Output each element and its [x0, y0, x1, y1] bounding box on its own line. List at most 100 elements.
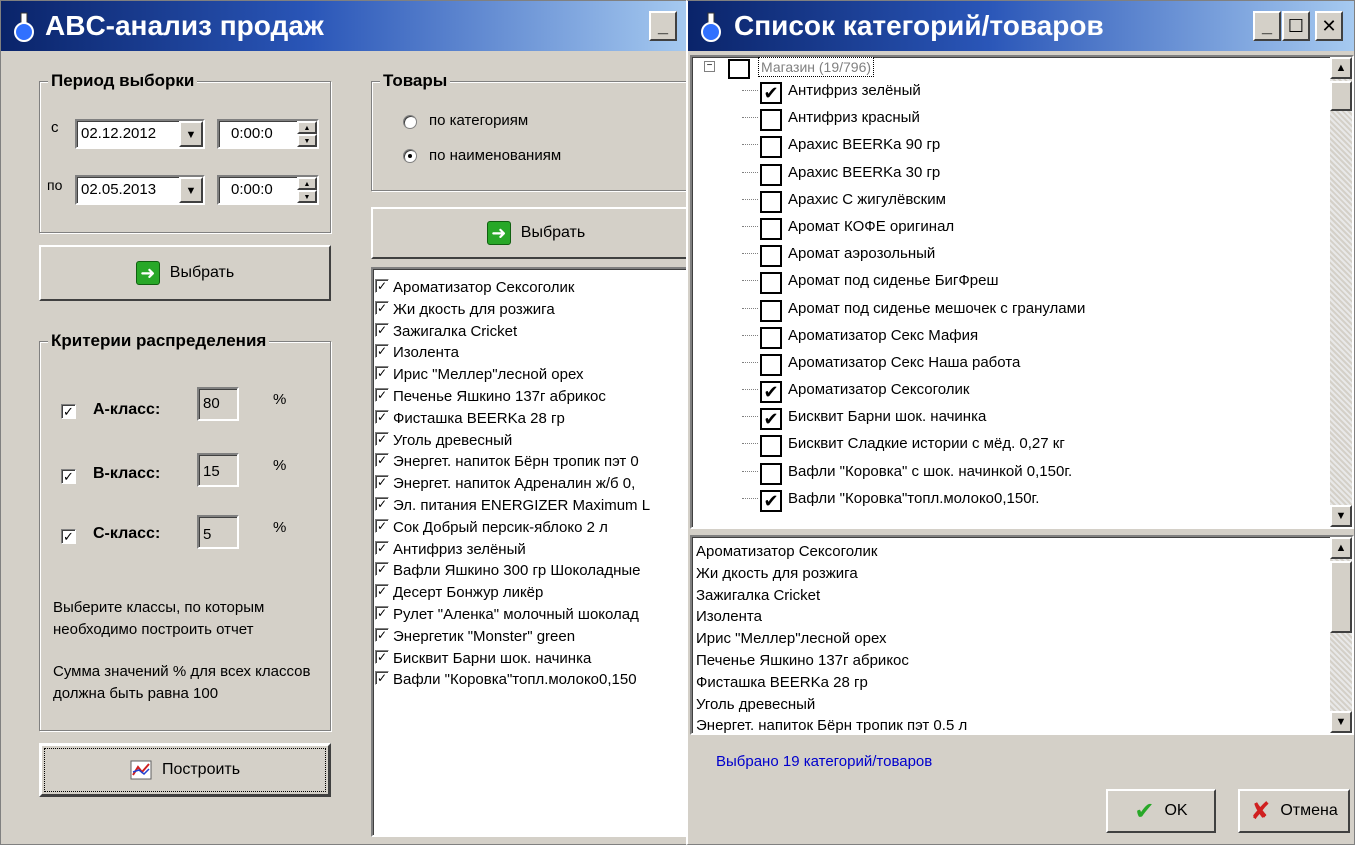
list-item[interactable]: Жи дкость для розжига	[696, 563, 1352, 585]
list-item[interactable]: ✓ Ароматизатор Сексоголик	[373, 277, 689, 299]
cancel-button[interactable]: ✘ Отмена	[1238, 789, 1350, 833]
spin-up-icon[interactable]: ▲	[297, 177, 317, 190]
tree-item-checkbox[interactable]: ✔	[760, 408, 782, 431]
tree-item[interactable]: Ароматизатор Секс Наша работа	[692, 349, 1352, 376]
spin-down-icon[interactable]: ▼	[297, 190, 317, 203]
tree-item[interactable]: Аромат аэрозольный	[692, 240, 1352, 268]
list-window-titlebar[interactable]: Список категорий/товаров _ ☐ ✕	[688, 1, 1354, 51]
item-checkbox[interactable]: ✓	[375, 518, 389, 533]
tree-item-label[interactable]: Арахис С жигулёвским	[788, 186, 946, 213]
list-item[interactable]: ✓ Бисквит Барни шок. начинка	[373, 648, 689, 670]
period-select-button[interactable]: ➜ Выбрать	[39, 245, 331, 301]
item-checkbox[interactable]: ✓	[375, 344, 389, 359]
tree-root[interactable]: − Магазин (19/796)	[692, 57, 1352, 79]
to-time-spinner[interactable]: ▲ ▼	[297, 177, 317, 203]
list-item[interactable]: ✓ Рулет "Аленка" молочный шоколад	[373, 604, 689, 626]
a-class-value[interactable]: 80	[197, 387, 239, 421]
build-button[interactable]: Построить	[39, 743, 331, 797]
b-class-value[interactable]: 15	[197, 453, 239, 487]
item-checkbox[interactable]: ✓	[375, 627, 389, 642]
tree-scroll-thumb[interactable]	[1330, 81, 1352, 111]
by-categories-radio[interactable]	[403, 115, 417, 129]
tree-item[interactable]: ✔ Антифриз зелёный	[692, 77, 1352, 104]
maximize-button[interactable]: ☐	[1282, 11, 1310, 41]
item-checkbox[interactable]: ✓	[375, 279, 389, 293]
tree-item-label[interactable]: Аромат КОФЕ оригинал	[788, 213, 954, 240]
tree-item-label[interactable]: Вафли "Коровка" с шок. начинкой 0,150г.	[788, 458, 1072, 485]
tree-item-checkbox[interactable]	[760, 217, 782, 240]
item-checkbox[interactable]: ✓	[375, 453, 389, 468]
tree-root-label[interactable]: Магазин (19/796)	[758, 57, 875, 77]
c-class-value[interactable]: 5	[197, 515, 239, 549]
collapse-icon[interactable]: −	[704, 61, 715, 72]
tree-item-checkbox[interactable]	[760, 272, 782, 295]
tree-item[interactable]: ✔ Вафли "Коровка"топл.молоко0,150г.	[692, 485, 1352, 512]
item-checkbox[interactable]: ✓	[375, 496, 389, 511]
tree-item[interactable]: Арахис BEERKa 30 гр	[692, 159, 1352, 186]
by-categories-label[interactable]: по категориям	[429, 112, 528, 129]
tree-item-label[interactable]: Бисквит Сладкие истории с мёд. 0,27 кг	[788, 430, 1065, 457]
tree-item-label[interactable]: Антифриз зелёный	[788, 77, 921, 104]
chosen-scrollbar[interactable]: ▲ ▼	[1330, 537, 1352, 733]
tree-item[interactable]: ✔ Бисквит Барни шок. начинка	[692, 403, 1352, 431]
tree-root-checkbox[interactable]	[728, 59, 750, 79]
spin-down-icon[interactable]: ▼	[297, 134, 317, 147]
tree-item-label[interactable]: Арахис BEERKa 30 гр	[788, 159, 940, 186]
spin-up-icon[interactable]: ▲	[297, 121, 317, 134]
list-item[interactable]: Энергет. напиток Бёрн тропик пэт 0.5 л	[696, 715, 1352, 733]
tree-item-checkbox[interactable]	[760, 299, 782, 322]
tree-item-label[interactable]: Аромат под сиденье мешочек с гранулами	[788, 295, 1085, 322]
list-item[interactable]: ✓ Эл. питания ENERGIZER Maximum L	[373, 495, 689, 517]
tree-item[interactable]: Аромат КОФЕ оригинал	[692, 213, 1352, 240]
scroll-down-icon[interactable]: ▼	[1330, 711, 1352, 733]
item-checkbox[interactable]: ✓	[375, 300, 389, 315]
tree-item-label[interactable]: Ароматизатор Сексоголик	[788, 376, 969, 403]
tree-item-checkbox[interactable]	[760, 109, 782, 132]
list-item[interactable]: ✓ Фисташка BEERKa 28 гр	[373, 408, 689, 430]
list-item[interactable]: ✓ Зажигалка Cricket	[373, 321, 689, 343]
tree-item-label[interactable]: Ароматизатор Секс Наша работа	[788, 349, 1020, 376]
to-time-field[interactable]: 0:00:0 ▲ ▼	[217, 175, 319, 205]
scroll-up-icon[interactable]: ▲	[1330, 57, 1352, 79]
by-names-radio[interactable]	[403, 149, 417, 163]
tree-item[interactable]: Арахис BEERKa 90 гр	[692, 131, 1352, 159]
list-item[interactable]: ✓ Антифриз зелёный	[373, 539, 689, 561]
to-date-field[interactable]: 02.05.2013 ▼	[75, 175, 205, 205]
item-checkbox[interactable]: ✓	[375, 409, 389, 424]
item-checkbox[interactable]: ✓	[375, 671, 389, 686]
tree-item[interactable]: Аромат под сиденье мешочек с гранулами	[692, 295, 1352, 322]
tree-item[interactable]: Антифриз красный	[692, 104, 1352, 132]
item-checkbox[interactable]: ✓	[375, 431, 389, 446]
tree-item-label[interactable]: Аромат под сиденье БигФреш	[788, 267, 999, 294]
tree-item-checkbox[interactable]	[760, 190, 782, 213]
chevron-down-icon[interactable]: ▼	[179, 177, 203, 203]
tree-item[interactable]: Ароматизатор Секс Мафия	[692, 322, 1352, 349]
list-item[interactable]: Печенье Яшкино 137г абрикос	[696, 650, 1352, 672]
tree-item[interactable]: Аромат под сиденье БигФреш	[692, 267, 1352, 295]
tree-item-checkbox[interactable]: ✔	[760, 489, 782, 512]
minimize-button[interactable]: _	[649, 11, 677, 41]
item-checkbox[interactable]: ✓	[375, 605, 389, 620]
list-item[interactable]: ✓ Жи дкость для розжига	[373, 299, 689, 321]
chosen-scroll-thumb[interactable]	[1330, 561, 1352, 633]
goods-select-button[interactable]: ➜ Выбрать	[371, 207, 689, 259]
tree-item-checkbox[interactable]	[760, 326, 782, 349]
from-time-field[interactable]: 0:00:0 ▲ ▼	[217, 119, 319, 149]
c-class-checkbox[interactable]: ✓	[61, 529, 76, 544]
tree-item-checkbox[interactable]	[760, 462, 782, 485]
tree-item-checkbox[interactable]	[760, 245, 782, 268]
b-class-checkbox[interactable]: ✓	[61, 469, 76, 484]
from-date-field[interactable]: 02.12.2012 ▼	[75, 119, 205, 149]
from-time-spinner[interactable]: ▲ ▼	[297, 121, 317, 147]
scroll-up-icon[interactable]: ▲	[1330, 537, 1352, 559]
scroll-down-icon[interactable]: ▼	[1330, 505, 1352, 527]
item-checkbox[interactable]: ✓	[375, 649, 389, 664]
tree-item-checkbox[interactable]	[760, 163, 782, 186]
list-item[interactable]: ✓ Изолента	[373, 342, 689, 364]
list-item[interactable]: Ароматизатор Сексоголик	[696, 541, 1352, 563]
by-names-label[interactable]: по наименованиям	[429, 147, 561, 164]
close-button[interactable]: ✕	[1315, 11, 1343, 41]
chosen-items-list[interactable]: Ароматизатор Сексоголик Жи дкость для роз…	[690, 535, 1354, 735]
list-item[interactable]: Изолента	[696, 606, 1352, 628]
list-item[interactable]: ✓ Вафли "Коровка"топл.молоко0,150	[373, 669, 689, 691]
